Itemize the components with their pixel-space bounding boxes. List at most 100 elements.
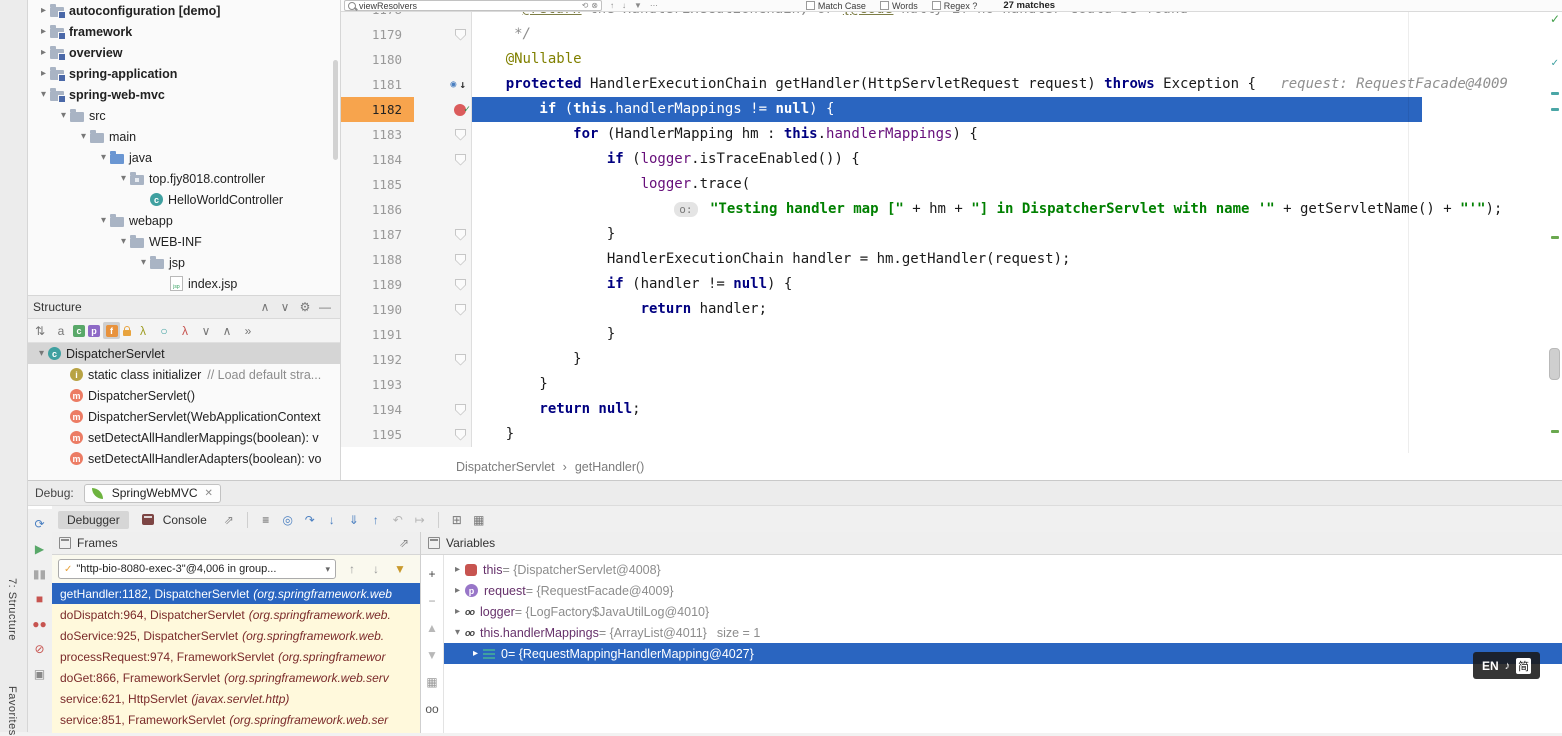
project-tree-item[interactable]: ▾top.fjy8018.controller (27, 168, 340, 189)
step-out-icon[interactable]: ↑ (367, 513, 385, 527)
structure-item[interactable]: mDispatcherServlet(WebApplicationContext (27, 406, 340, 427)
tool-window-button-favorites[interactable]: Favorites (6, 686, 18, 736)
project-tree-item[interactable]: ▸autoconfiguration [demo] (27, 0, 340, 21)
find-filter-icon[interactable]: ▼ (634, 1, 642, 10)
gutter[interactable] (414, 247, 472, 272)
remove-watch-icon[interactable]: − (423, 594, 441, 608)
more-icon[interactable]: » (239, 324, 257, 338)
prev-frame-icon[interactable]: ↑ (343, 562, 361, 576)
search-match-mark[interactable] (1551, 92, 1559, 95)
gutter[interactable] (414, 422, 472, 447)
tool-window-button-structure[interactable]: 7: Structure (6, 578, 18, 641)
stack-frame-row[interactable]: doGet:866, FrameworkServlet (org.springf… (52, 667, 420, 688)
chevron-down-icon[interactable]: ▾ (37, 89, 50, 100)
thread-selector[interactable]: ✓ "http-bio-8080-exec-3"@4,006 in group.… (58, 559, 336, 579)
chevron-down-icon[interactable]: ▾ (35, 348, 48, 359)
gutter[interactable] (414, 297, 472, 322)
close-icon[interactable]: ✕ (205, 488, 213, 499)
layout-icon[interactable]: ≡ (257, 513, 275, 527)
chevron-right-icon[interactable]: ▸ (450, 564, 465, 575)
expand-all-icon[interactable]: ∨ (197, 324, 215, 338)
project-tree-item[interactable]: jspindex.jsp (27, 273, 340, 294)
show-properties-icon[interactable]: p (88, 325, 100, 337)
gutter[interactable] (414, 147, 472, 172)
show-fields-icon[interactable]: f (106, 325, 118, 337)
stack-frame-row[interactable]: service:621, HttpServlet (javax.servlet.… (52, 688, 420, 709)
add-watch-icon[interactable]: + (423, 567, 441, 581)
structure-item[interactable]: msetDetectAllHandlerMappings(boolean): v (27, 427, 340, 448)
search-history-icon[interactable]: ⟲ (582, 1, 589, 10)
tab-debugger[interactable]: Debugger (58, 511, 129, 529)
collapse-all-icon[interactable]: ∧ (218, 324, 236, 338)
next-frame-icon[interactable]: ↓ (367, 562, 385, 576)
stack-frame-row[interactable]: service:851, FrameworkServlet (org.sprin… (52, 709, 420, 730)
step-over-icon[interactable]: ↷ (301, 513, 319, 527)
stack-frame-row[interactable]: doDispatch:964, DispatcherServlet (org.s… (52, 604, 420, 625)
gutter[interactable] (414, 97, 472, 122)
gutter[interactable] (414, 272, 472, 297)
prev-match-icon[interactable]: ↑ (610, 1, 614, 10)
structure-item[interactable]: ▾cDispatcherServlet (27, 343, 340, 364)
chevron-right-icon[interactable]: ▸ (450, 606, 465, 617)
show-inherited-icon[interactable]: λ (176, 324, 194, 338)
sort-by-visibility-icon[interactable]: ⇅ (31, 324, 49, 338)
pin-icon[interactable]: ⇗ (220, 513, 238, 527)
run-to-cursor-icon[interactable]: ↦ (411, 513, 429, 527)
stack-frame-row[interactable]: getHandler:1182, DispatcherServlet (org.… (52, 583, 420, 604)
checkbox-icon[interactable] (880, 1, 889, 10)
view-breakpoints-icon[interactable]: ●● (31, 617, 49, 631)
chevron-down-icon[interactable]: ▾ (450, 627, 465, 638)
checkbox-icon[interactable] (932, 1, 941, 10)
step-into-icon[interactable]: ↓ (323, 513, 341, 527)
show-execution-point-icon[interactable]: ◎ (279, 513, 297, 527)
drop-frame-icon[interactable]: ↶ (389, 513, 407, 527)
chevron-right-icon[interactable]: ▸ (37, 5, 50, 16)
project-tree-item[interactable]: ▾WEB-INF (27, 231, 340, 252)
duplicate-watch-icon[interactable]: ▦ (423, 675, 441, 689)
editor-scrollbar[interactable]: ✓ ✓ (1548, 0, 1562, 453)
gutter[interactable] (414, 322, 472, 347)
show-non-public-icon[interactable] (123, 330, 131, 336)
next-match-icon[interactable]: ↓ (622, 1, 626, 10)
view-grid-icon[interactable]: ⊞ (448, 513, 466, 527)
variable-row[interactable]: ▸0 = {RequestMappingHandlerMapping@4027} (444, 643, 1562, 664)
mute-breakpoints-icon[interactable]: ⊘ (31, 642, 49, 656)
project-tree-item[interactable]: ▾spring-web-mvc (27, 84, 340, 105)
sort-alphabetically-icon[interactable]: a (52, 324, 70, 338)
find-more-icon[interactable]: ⋯ (650, 1, 658, 10)
checkbox-icon[interactable] (806, 1, 815, 10)
resume-icon[interactable]: ▶ (31, 542, 49, 556)
variable-row[interactable]: ▸this = {DispatcherServlet@4008} (444, 559, 1562, 580)
hide-icon[interactable]: — (316, 300, 334, 314)
project-tree-item[interactable]: ▸spring-application (27, 63, 340, 84)
scrollbar-thumb[interactable] (1549, 348, 1560, 380)
chevron-right-icon[interactable]: ▸ (37, 47, 50, 58)
find-option-match-case[interactable]: Match Case (806, 1, 866, 11)
project-tree-item[interactable]: ▸framework (27, 21, 340, 42)
gutter[interactable] (414, 172, 472, 197)
project-tree-item[interactable]: ▾java (27, 147, 340, 168)
pause-icon[interactable]: ▮▮ (31, 567, 49, 581)
project-tree-item[interactable]: cHelloWorldController (27, 189, 340, 210)
structure-item[interactable]: mDispatcherServlet() (27, 385, 340, 406)
show-lambdas-icon[interactable]: λ (134, 324, 152, 338)
project-scrollbar[interactable] (333, 60, 338, 160)
thread-dump-icon[interactable]: ▣ (31, 667, 49, 681)
gutter[interactable] (414, 397, 472, 422)
tab-session-springwebmvc[interactable]: SpringWebMVC ✕ (84, 484, 221, 503)
move-watch-down-icon[interactable]: ▼ (423, 648, 441, 662)
stop-icon[interactable]: ■ (31, 592, 49, 606)
chevron-down-icon[interactable]: ▾ (57, 110, 70, 121)
chevron-right-icon[interactable]: ▸ (37, 26, 50, 37)
stack-frame-row[interactable]: processRequest:974, FrameworkServlet (or… (52, 646, 420, 667)
change-mark[interactable] (1551, 430, 1559, 433)
force-step-into-icon[interactable]: ⇓ (345, 513, 363, 527)
restore-layout-icon[interactable]: ▦ (470, 513, 488, 527)
gutter[interactable]: ◉↓ (414, 72, 472, 97)
chevron-down-icon[interactable]: ▾ (77, 131, 90, 142)
project-tree-item[interactable]: ▾jsp (27, 252, 340, 273)
breakpoint-icon[interactable] (454, 104, 466, 116)
gutter[interactable] (414, 222, 472, 247)
pin-frames-icon[interactable]: ⇗ (395, 536, 413, 550)
show-watches-icon[interactable]: oo (423, 702, 441, 716)
